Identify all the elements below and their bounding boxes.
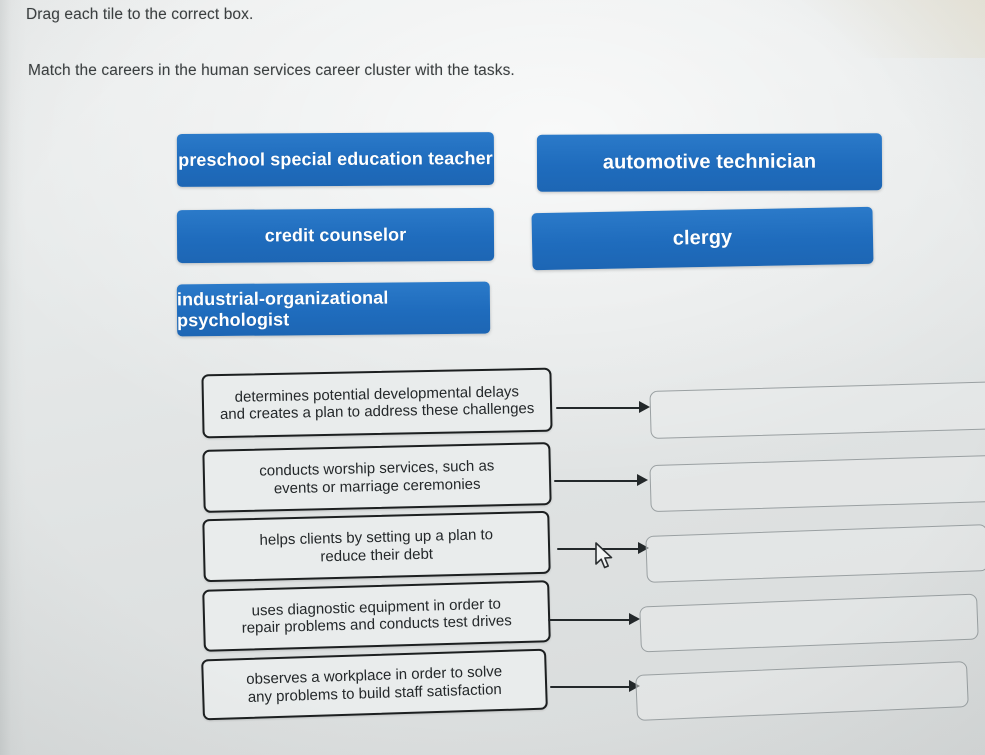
- arrow-head: [629, 613, 640, 625]
- tile-credit-counselor[interactable]: credit counselor: [176, 207, 495, 264]
- task-box-workplace-observation: observes a workplace in order to solve an…: [201, 648, 548, 721]
- arrow-right-icon-1: [556, 400, 650, 414]
- tile-automotive-technician[interactable]: automotive technician: [536, 133, 883, 192]
- arrow-right-icon-4: [548, 612, 640, 626]
- tile-label: clergy: [672, 226, 733, 250]
- task-text: uses diagnostic equipment in order to rep…: [241, 595, 512, 637]
- task-text: determines potential developmental delay…: [219, 383, 535, 424]
- drop-target-1[interactable]: [649, 380, 985, 440]
- arrow-head: [639, 401, 650, 413]
- drop-target-5[interactable]: [635, 661, 969, 721]
- tile-label: preschool special education teacher: [178, 148, 493, 170]
- tile-industrial-organizational-psychologist[interactable]: industrial-organizational psychologist: [176, 281, 491, 337]
- tile-label: automotive technician: [602, 150, 817, 174]
- arrow-shaft: [554, 480, 640, 482]
- arrow-right-icon-2: [554, 473, 648, 487]
- question-canvas: Drag each tile to the correct box. Match…: [0, 0, 985, 755]
- drop-target-2[interactable]: [649, 454, 985, 513]
- task-text: observes a workplace in order to solve an…: [246, 663, 503, 706]
- drop-target-3[interactable]: [645, 524, 985, 583]
- tile-label: industrial-organizational psychologist: [176, 287, 389, 331]
- arrow-right-icon-5: [550, 679, 640, 693]
- task-box-diagnostic-equipment: uses diagnostic equipment in order to rep…: [202, 580, 551, 652]
- task-box-reduce-debt: helps clients by setting up a plan to red…: [202, 510, 551, 583]
- arrow-head: [637, 474, 648, 486]
- arrow-right-icon-3: [557, 541, 649, 555]
- tile-preschool-special-education-teacher[interactable]: preschool special education teacher: [176, 132, 495, 187]
- task-box-worship-services: conducts worship services, such as events…: [202, 442, 552, 513]
- drop-target-4[interactable]: [639, 593, 979, 653]
- task-text: conducts worship services, such as events…: [259, 457, 495, 497]
- arrow-shaft: [557, 548, 641, 550]
- tile-clergy[interactable]: clergy: [531, 206, 874, 271]
- tile-label: credit counselor: [264, 224, 407, 246]
- task-text: helps clients by setting up a plan to red…: [259, 526, 494, 565]
- warm-glare-corner: [775, 0, 985, 58]
- arrow-shaft: [550, 686, 632, 688]
- task-box-developmental-delays: determines potential developmental delay…: [201, 367, 553, 439]
- instruction-drag-tiles: Drag each tile to the correct box.: [26, 6, 254, 23]
- arrow-shaft: [548, 619, 632, 621]
- instruction-match-careers: Match the careers in the human services …: [28, 62, 515, 79]
- arrow-shaft: [556, 407, 642, 409]
